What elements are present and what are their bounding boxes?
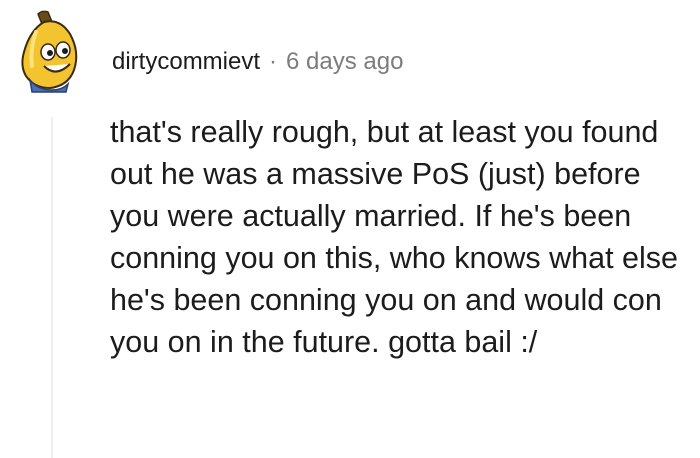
banana-mascot-icon bbox=[21, 10, 78, 93]
timestamp[interactable]: 6 days ago bbox=[286, 48, 403, 76]
comment-body: that's really rough, but at least you fo… bbox=[110, 115, 678, 359]
comment-header: dirtycommievt · 6 days ago bbox=[112, 48, 403, 76]
thread-collapse-line[interactable] bbox=[51, 117, 53, 458]
meta-separator: · bbox=[269, 48, 278, 75]
user-avatar[interactable] bbox=[8, 8, 94, 94]
username-link[interactable]: dirtycommievt bbox=[112, 48, 260, 76]
comment: dirtycommievt · 6 days ago that's really… bbox=[0, 0, 700, 458]
